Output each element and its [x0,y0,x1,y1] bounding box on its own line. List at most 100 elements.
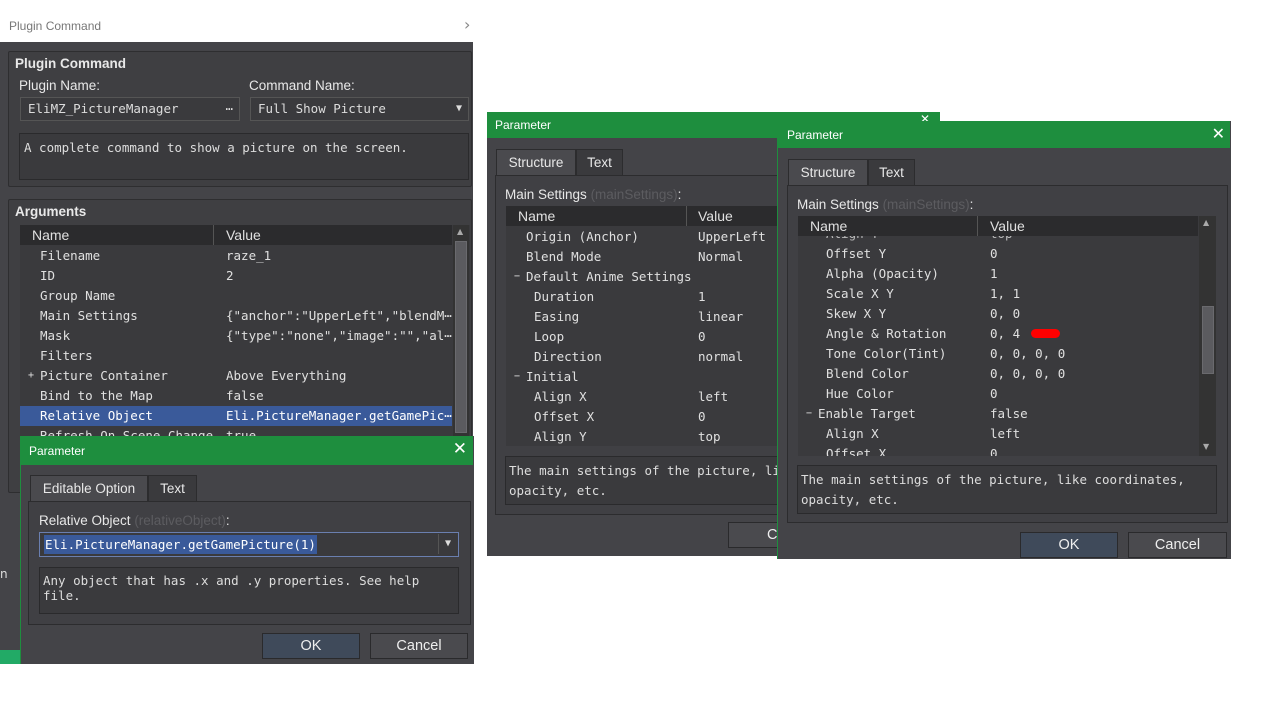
row-name: Direction [534,349,602,364]
scroll-down-icon[interactable]: ▼ [1203,442,1209,451]
table-row[interactable]: Offset X 0 [798,444,1198,456]
row-name: Default Anime Settings [526,269,692,284]
table-row[interactable]: Direction normal [506,347,785,367]
cancel-button[interactable]: Cancel [1128,532,1227,558]
row-value: normal [698,349,744,364]
tab-structure[interactable]: Structure [496,149,576,177]
table-row[interactable]: Bind to the Map false [20,386,452,406]
tab-text[interactable]: Text [148,475,197,503]
cancel-button[interactable]: Cancel [370,633,468,659]
browse-icon[interactable]: ⋯ [225,98,233,120]
section-label: Main Settings (mainSettings): [505,187,682,202]
dialog-title: Parameter [495,118,552,132]
table-row[interactable]: Main Settings {"anchor":"UpperLeft","blen… [20,306,452,326]
tab-text[interactable]: Text [576,149,623,177]
tab-text[interactable]: Text [868,159,915,187]
row-value: top [698,429,721,444]
chevron-right-icon[interactable]: › [464,15,470,34]
row-name: Enable Target [818,406,916,421]
table-row[interactable]: − Default Anime Settings [506,267,785,287]
table-header: Name Value [506,206,785,226]
arguments-scrollbar[interactable]: ▲ [453,225,469,437]
close-icon[interactable]: ✕ [453,439,467,459]
table-row[interactable]: Offset X 0 [506,407,785,427]
table-row[interactable]: Hue Color 0 [798,384,1198,404]
row-value: 0, 0, 0, 0 [990,366,1066,381]
table-row[interactable]: − Enable Target false [798,404,1198,424]
row-value: Eli.PictureManager.getGamePic⋯ [226,408,452,423]
dropdown-arrow-icon[interactable]: ▼ [438,534,457,554]
dialog-title: Parameter [29,444,86,458]
command-description: A complete command to show a picture on … [19,133,469,180]
row-value: {"anchor":"UpperLeft","blendM⋯ [226,308,452,323]
table-row[interactable]: Group Name [20,286,452,306]
table-row[interactable]: Blend Color 0, 0, 0, 0 [798,364,1198,384]
table-row[interactable]: Tone Color(Tint) 0, 0, 0, 0 [798,344,1198,364]
row-value: 0, 4 [990,326,1021,341]
table-row[interactable]: Mask {"type":"none","image":"","al⋯ [20,326,452,346]
table-row[interactable]: Relative Object Eli.PictureManager.getGam… [20,406,452,426]
row-name: Relative Object [40,408,153,423]
row-value: 0, 0 [990,306,1021,321]
scroll-thumb[interactable] [1202,306,1214,374]
command-name-value: Full Show Picture [258,101,386,116]
table-row[interactable]: + Picture Container Above Everything [20,366,452,386]
collapse-icon[interactable]: − [514,367,520,387]
relative-object-input[interactable]: Eli.PictureManager.getGamePicture(1) ▼ [39,532,459,557]
row-value: 0 [698,409,706,424]
table-scrollbar[interactable]: ▲ ▼ [1199,216,1216,456]
row-value: 0 [698,329,706,344]
red-highlight-mark [1031,329,1060,338]
group-title: Plugin Command [15,56,126,71]
table-row[interactable]: Filename raze_1 [20,246,452,266]
table-row[interactable]: Alpha (Opacity) 1 [798,264,1198,284]
row-value: 0 [990,386,998,401]
table-row[interactable]: ID 2 [20,266,452,286]
tab-structure[interactable]: Structure [788,159,868,187]
table-row[interactable]: Scale X Y 1, 1 [798,284,1198,304]
collapse-icon[interactable]: − [806,404,812,424]
field-description: Any object that has .x and .y properties… [39,567,459,614]
scroll-thumb[interactable] [455,241,467,433]
table-row[interactable]: Loop 0 [506,327,785,347]
table-row[interactable]: Align Y top [506,427,785,446]
command-description-text: A complete command to show a picture on … [24,140,408,155]
arguments-table: Name Value Filename raze_1 ID 2 Group Name Ma… [20,225,470,437]
row-value: false [990,406,1028,421]
row-name: Hue Color [826,386,894,401]
table-row[interactable]: − Initial [506,367,785,387]
table-row[interactable]: Origin (Anchor) UpperLeft [506,227,785,247]
window-title: Plugin Command [9,19,102,33]
scroll-up-icon[interactable]: ▲ [1203,218,1209,227]
scroll-up-icon[interactable]: ▲ [457,227,463,236]
row-name: Filters [40,348,93,363]
row-name: Loop [534,329,565,344]
parameter-dialog-right-titlebar: Parameter ✕ [777,121,1230,148]
table-row[interactable]: Offset Y 0 [798,244,1198,264]
table-row[interactable]: Align X left [506,387,785,407]
table-row[interactable]: Duration 1 [506,287,785,307]
expand-icon[interactable]: + [28,366,34,386]
command-name-select[interactable]: Full Show Picture ▼ [250,97,469,121]
table-row[interactable]: Easing linear [506,307,785,327]
ok-button[interactable]: OK [262,633,360,659]
table-row[interactable]: Align X left [798,424,1198,444]
table-row[interactable]: Angle & Rotation 0, 4 [798,324,1198,344]
row-name: Offset Y [826,246,887,261]
structure-description: The main settings of the picture, like c… [505,456,787,505]
row-name: ID [40,268,56,283]
table-row[interactable]: Filters [20,346,452,366]
collapse-icon[interactable]: − [514,267,520,287]
close-icon[interactable]: ✕ [1212,124,1225,144]
plugin-name-field[interactable]: EliMZ_PictureManager ⋯ [20,97,240,121]
dropdown-arrow-icon[interactable]: ▼ [456,98,462,120]
column-value: Value [698,208,733,224]
table-row[interactable]: Skew X Y 0, 0 [798,304,1198,324]
ok-button[interactable]: OK [1020,532,1118,558]
table-row[interactable]: Blend Mode Normal [506,247,785,267]
tab-editable-option[interactable]: Editable Option [30,475,148,503]
row-name: Scale X Y [826,286,894,301]
field-description-text: Any object that has .x and .y properties… [43,573,420,603]
row-value: left [698,389,729,404]
row-name: Skew X Y [826,306,887,321]
